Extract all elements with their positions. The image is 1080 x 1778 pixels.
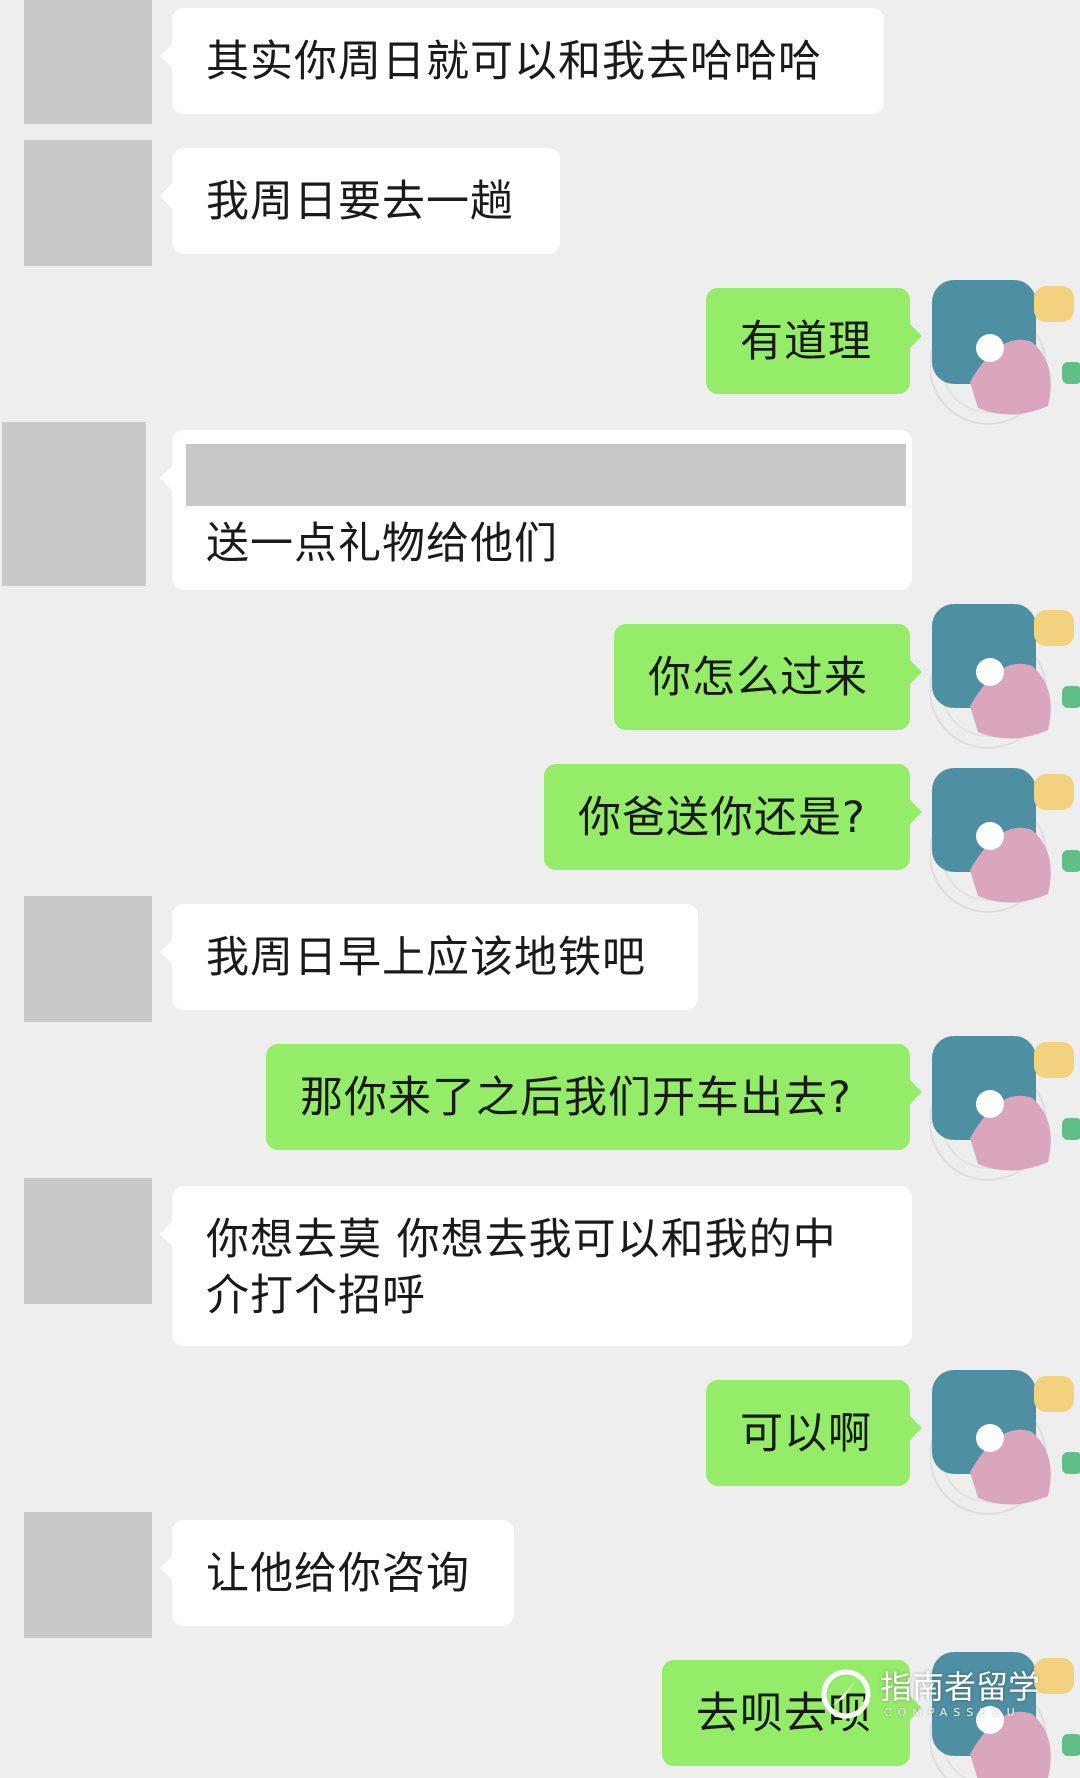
message-bubble-incoming[interactable]: 你想去莫 你想去我可以和我的中介打个招呼 — [160, 1186, 912, 1346]
message-bubble-incoming[interactable]: 我周日要去一趟 — [160, 148, 560, 254]
message-bubble-outgoing[interactable]: 你爸送你还是? — [544, 764, 922, 870]
message-bubble-outgoing[interactable]: 那你来了之后我们开车出去? — [266, 1044, 922, 1150]
contact-avatar[interactable] — [24, 1178, 152, 1304]
message-bubble-outgoing[interactable]: 有道理 — [706, 288, 922, 394]
message-text: 其实你周日就可以和我去哈哈哈 — [206, 37, 822, 87]
message-bubble-incoming[interactable]: 其实你周日就可以和我去哈哈哈 — [160, 8, 884, 114]
my-avatar-image — [929, 768, 1080, 913]
contact-avatar[interactable] — [24, 896, 152, 1022]
message-text: 去呗去呗 — [696, 1689, 872, 1739]
message-bubble-incoming[interactable]: 让他给你咨询 — [160, 1520, 514, 1626]
message-text: 有道理 — [740, 317, 872, 367]
my-avatar-image — [929, 1652, 1080, 1778]
message-bubble-outgoing[interactable]: 可以啊 — [706, 1380, 922, 1486]
contact-avatar[interactable] — [24, 140, 152, 266]
my-avatar[interactable] — [929, 1032, 1080, 1182]
message-bubble-incoming[interactable]: 我周日早上应该地铁吧 — [160, 904, 698, 1010]
contact-avatar[interactable] — [24, 1512, 152, 1638]
message-bubble-incoming[interactable]: 送一点礼物给他们 — [160, 430, 912, 590]
contact-avatar[interactable] — [24, 0, 152, 124]
contact-avatar[interactable] — [2, 422, 146, 586]
my-avatar[interactable] — [929, 1648, 1080, 1778]
my-avatar-image — [929, 1370, 1080, 1515]
message-text: 我周日要去一趟 — [206, 177, 514, 227]
message-text: 你想去莫 你想去我可以和我的中介打个招呼 — [206, 1215, 837, 1321]
message-text: 让他给你咨询 — [206, 1549, 470, 1599]
my-avatar[interactable] — [929, 764, 1080, 914]
my-avatar[interactable] — [929, 276, 1080, 426]
message-bubble-outgoing[interactable]: 你怎么过来 — [614, 624, 922, 730]
message-text: 你爸送你还是? — [578, 793, 866, 843]
message-text: 送一点礼物给他们 — [206, 519, 558, 569]
message-text: 我周日早上应该地铁吧 — [206, 933, 646, 983]
message-text: 可以啊 — [740, 1409, 872, 1459]
my-avatar-image — [929, 604, 1080, 749]
message-text: 你怎么过来 — [648, 653, 868, 703]
redacted-text-bar — [186, 444, 906, 506]
my-avatar-image — [929, 1036, 1080, 1181]
chat-thread[interactable]: 其实你周日就可以和我去哈哈哈 我周日要去一趟 有道理 送一点礼物给他们 你怎么过… — [0, 0, 1080, 1778]
my-avatar-image — [929, 280, 1080, 425]
message-bubble-outgoing[interactable]: 去呗去呗 — [662, 1660, 922, 1766]
my-avatar[interactable] — [929, 1366, 1080, 1516]
my-avatar[interactable] — [929, 600, 1080, 750]
message-text: 那你来了之后我们开车出去? — [300, 1073, 852, 1123]
